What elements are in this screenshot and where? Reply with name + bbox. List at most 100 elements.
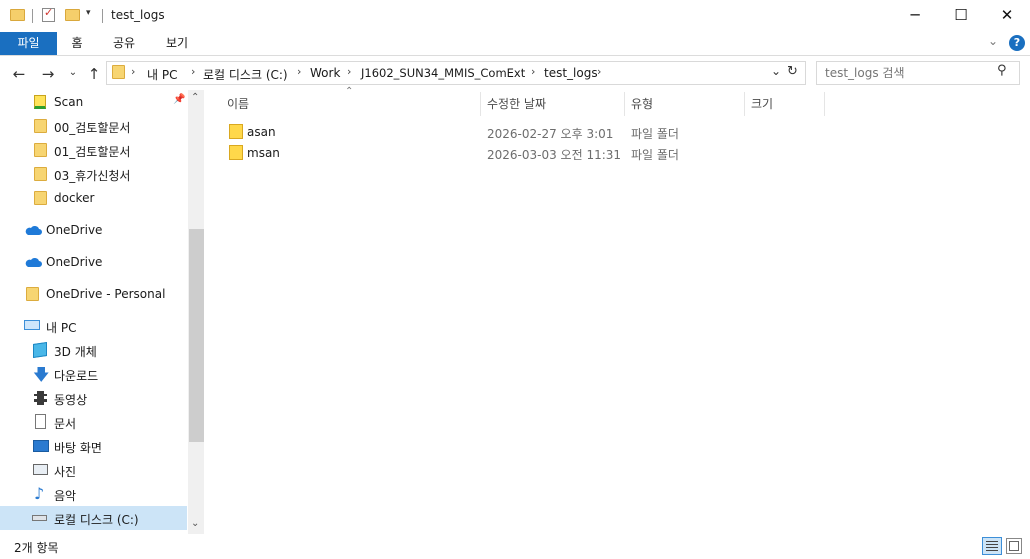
scroll-down-icon[interactable]: ⌄: [191, 518, 199, 529]
nav-item-label: 01_검토할문서: [54, 145, 131, 159]
divider: [32, 9, 33, 23]
file-type: 파일 폴더: [631, 127, 679, 141]
search-box[interactable]: ⚲: [816, 61, 1020, 85]
recent-locations-icon[interactable]: ⌄: [63, 67, 83, 78]
nav-item-label: OneDrive: [46, 255, 103, 269]
column-header-size[interactable]: 크기: [751, 95, 773, 115]
breadcrumb-this-pc[interactable]: 내 PC: [147, 66, 177, 83]
tab-share[interactable]: 공유: [104, 32, 144, 55]
nav-item-pictures[interactable]: 사진: [0, 458, 187, 482]
nav-item-label: 문서: [54, 417, 77, 431]
nav-item-videos[interactable]: 동영상: [0, 386, 187, 410]
file-modified: 2026-02-27 오후 3:01: [487, 127, 614, 141]
file-type: 파일 폴더: [631, 148, 679, 162]
scroll-up-icon[interactable]: ⌃: [191, 92, 199, 103]
new-folder-icon[interactable]: [65, 9, 80, 21]
nav-item-local-disk[interactable]: 로컬 디스크 (C:): [0, 506, 187, 530]
folder-icon: [34, 167, 47, 181]
nav-item-label: 다운로드: [54, 369, 99, 383]
window-title: test_logs: [111, 8, 165, 22]
nav-item-folder[interactable]: docker: [0, 186, 187, 210]
quick-access-dropdown-icon[interactable]: ▾: [86, 8, 91, 18]
column-divider[interactable]: [824, 92, 825, 116]
nav-item-scan[interactable]: Scan 📌: [0, 90, 187, 114]
breadcrumb-local-disk[interactable]: 로컬 디스크 (C:): [203, 66, 288, 83]
tab-file[interactable]: 파일: [0, 32, 57, 55]
tab-home[interactable]: 홈: [63, 32, 91, 55]
column-divider[interactable]: [480, 92, 481, 116]
help-icon[interactable]: ?: [1009, 35, 1025, 51]
details-view-icon[interactable]: [982, 537, 1002, 555]
status-bar: 2개 항목: [0, 534, 1030, 559]
ribbon-expand-icon[interactable]: ⌄: [988, 34, 998, 48]
nav-item-label: 03_휴가신청서: [54, 169, 131, 183]
chevron-right-icon[interactable]: ›: [191, 65, 195, 78]
file-row[interactable]: asan 2026-02-27 오후 3:01 파일 폴더: [220, 121, 820, 142]
nav-item-documents[interactable]: 문서: [0, 410, 187, 434]
nav-item-label: 동영상: [54, 393, 88, 407]
nav-item-onedrive[interactable]: OneDrive: [0, 218, 187, 242]
maximize-button[interactable]: ☐: [938, 0, 984, 30]
up-icon[interactable]: ↑: [84, 65, 104, 83]
chevron-right-icon[interactable]: ›: [297, 65, 301, 78]
nav-item-desktop[interactable]: 바탕 화면: [0, 434, 187, 458]
nav-item-this-pc[interactable]: 내 PC: [0, 314, 187, 338]
nav-item-label: 내 PC: [46, 321, 77, 335]
nav-item-music[interactable]: ♪ 음악: [0, 482, 187, 506]
properties-icon[interactable]: ✓: [42, 6, 55, 22]
nav-item-label: 바탕 화면: [54, 441, 102, 455]
nav-item-onedrive[interactable]: OneDrive: [0, 250, 187, 274]
back-icon[interactable]: ←: [9, 65, 29, 83]
column-header-type[interactable]: 유형: [631, 95, 653, 115]
column-header-modified[interactable]: 수정한 날짜: [487, 95, 546, 115]
onedrive-icon: [24, 225, 42, 239]
pin-icon[interactable]: 📌: [173, 94, 185, 105]
refresh-icon[interactable]: ↻: [787, 64, 798, 79]
minimize-button[interactable]: ─: [892, 0, 938, 30]
breadcrumb-project[interactable]: J1602_SUN34_MMIS_ComExt: [361, 66, 525, 80]
nav-item-label: docker: [54, 191, 95, 205]
chevron-right-icon[interactable]: ›: [131, 65, 135, 78]
nav-item-folder[interactable]: 03_휴가신청서: [0, 162, 187, 186]
folder-icon: [229, 145, 243, 160]
nav-item-label: 로컬 디스크 (C:): [54, 513, 139, 527]
search-input[interactable]: [823, 64, 987, 82]
documents-icon: [35, 414, 46, 429]
large-icons-view-icon[interactable]: [1006, 538, 1022, 554]
scroll-thumb[interactable]: [189, 229, 204, 442]
file-row[interactable]: msan 2026-03-03 오전 11:31 파일 폴더: [220, 142, 820, 163]
videos-icon: [34, 391, 47, 405]
address-bar[interactable]: › 내 PC › 로컬 디스크 (C:) › Work › J1602_SUN3…: [106, 61, 806, 85]
column-divider[interactable]: [624, 92, 625, 116]
folder-icon: [34, 191, 47, 205]
sort-ascending-icon: ⌃: [345, 86, 354, 97]
nav-item-3d-objects[interactable]: 3D 개체: [0, 338, 187, 362]
forward-icon[interactable]: →: [38, 65, 58, 83]
column-header-name[interactable]: 이름: [227, 95, 249, 115]
chevron-right-icon[interactable]: ›: [597, 65, 601, 78]
close-button[interactable]: ✕: [984, 0, 1030, 30]
tab-view[interactable]: 보기: [157, 32, 197, 55]
navigation-pane: Scan 📌 00_검토할문서 01_검토할문서 03_휴가신청서 docker…: [0, 90, 205, 534]
breadcrumb-test-logs[interactable]: test_logs: [544, 66, 598, 80]
file-name: asan: [247, 125, 276, 139]
nav-item-folder[interactable]: 00_검토할문서: [0, 114, 187, 138]
chevron-right-icon[interactable]: ›: [347, 65, 351, 78]
chevron-right-icon[interactable]: ›: [531, 65, 535, 78]
music-icon: ♪: [34, 484, 45, 503]
nav-item-label: 00_검토할문서: [54, 121, 131, 135]
nav-item-label: OneDrive: [46, 223, 103, 237]
folder-icon: [34, 143, 47, 157]
folder-icon: [10, 9, 25, 21]
nav-item-downloads[interactable]: 🡇 다운로드: [0, 362, 187, 386]
nav-item-label: 사진: [54, 465, 77, 479]
column-divider[interactable]: [744, 92, 745, 116]
divider: [102, 9, 103, 23]
breadcrumb-work[interactable]: Work: [310, 66, 340, 80]
nav-item-onedrive-personal[interactable]: OneDrive - Personal: [0, 282, 187, 306]
folder-icon: [229, 124, 243, 139]
search-icon[interactable]: ⚲: [997, 63, 1007, 78]
nav-item-label: Scan: [54, 95, 84, 109]
address-dropdown-icon[interactable]: ⌄: [771, 64, 781, 78]
nav-item-folder[interactable]: 01_검토할문서: [0, 138, 187, 162]
